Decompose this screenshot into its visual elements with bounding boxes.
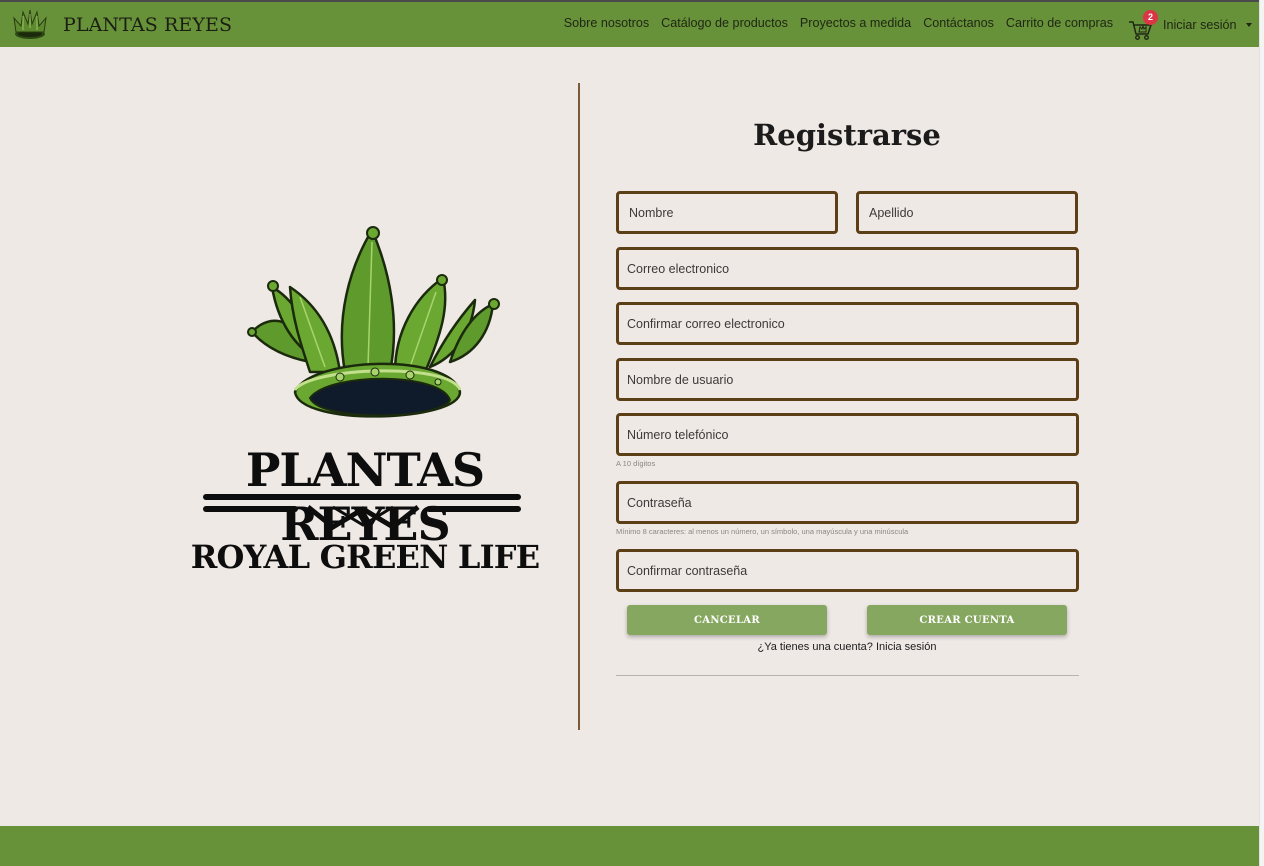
nav-link-sobre-nosotros[interactable]: Sobre nosotros <box>564 16 649 30</box>
crown-logo-icon[interactable] <box>10 8 50 42</box>
password-placeholder: Contraseña <box>627 495 692 510</box>
ornament-divider-icon <box>203 494 521 531</box>
nav-link-catalogo[interactable]: Catálogo de productos <box>661 16 788 30</box>
last-name-placeholder: Apellido <box>869 205 914 220</box>
last-name-field[interactable]: Apellido <box>856 191 1078 234</box>
navbar-brand-name[interactable]: PLANTAS REYES <box>63 14 232 36</box>
email-confirm-field[interactable]: Confirmar correo electronico <box>616 302 1079 345</box>
password-confirm-field[interactable]: Confirmar contraseña <box>616 549 1079 592</box>
login-link[interactable]: ¿Ya tienes una cuenta? Inicia sesión <box>616 641 1078 653</box>
username-field[interactable]: Nombre de usuario <box>616 358 1079 401</box>
footer <box>0 826 1259 866</box>
form-title: Registrarse <box>753 118 941 152</box>
login-label: Iniciar sesión <box>1163 18 1237 32</box>
phone-field[interactable]: Número telefónico <box>616 413 1079 456</box>
email-placeholder: Correo electronico <box>627 261 730 276</box>
first-name-field[interactable]: Nombre <box>616 191 838 234</box>
create-account-button[interactable]: CREAR CUENTA <box>867 605 1067 635</box>
username-placeholder: Nombre de usuario <box>627 372 734 387</box>
nav-links: Sobre nosotros Catálogo de productos Pro… <box>564 16 1113 30</box>
phone-hint: A 10 dígitos <box>616 459 656 468</box>
password-hint: Mínimo 8 caracteres: al menos un número,… <box>616 527 909 536</box>
first-name-placeholder: Nombre <box>629 205 674 220</box>
login-dropdown[interactable]: Iniciar sesión <box>1163 18 1252 32</box>
form-separator <box>616 675 1079 676</box>
nav-link-carrito[interactable]: Carrito de compras <box>1006 16 1113 30</box>
password-field[interactable]: Contraseña <box>616 481 1079 524</box>
cart-count-badge: 2 <box>1143 10 1158 25</box>
nav-link-proyectos[interactable]: Proyectos a medida <box>800 16 911 30</box>
chevron-down-icon <box>1245 23 1252 27</box>
nav-link-contactanos[interactable]: Contáctanos <box>923 16 994 30</box>
hero-tagline: ROYAL GREEN LIFE <box>190 538 540 576</box>
password-confirm-placeholder: Confirmar contraseña <box>627 563 748 578</box>
cancel-button[interactable]: CANCELAR <box>627 605 827 635</box>
email-field[interactable]: Correo electronico <box>616 247 1079 290</box>
scrollbar[interactable] <box>1259 0 1264 866</box>
navbar: PLANTAS REYES Sobre nosotros Catálogo de… <box>0 2 1259 47</box>
email-confirm-placeholder: Confirmar correo electronico <box>627 316 785 331</box>
phone-placeholder: Número telefónico <box>627 427 729 442</box>
crown-logo-large-icon <box>247 226 500 418</box>
vertical-divider <box>578 83 580 730</box>
